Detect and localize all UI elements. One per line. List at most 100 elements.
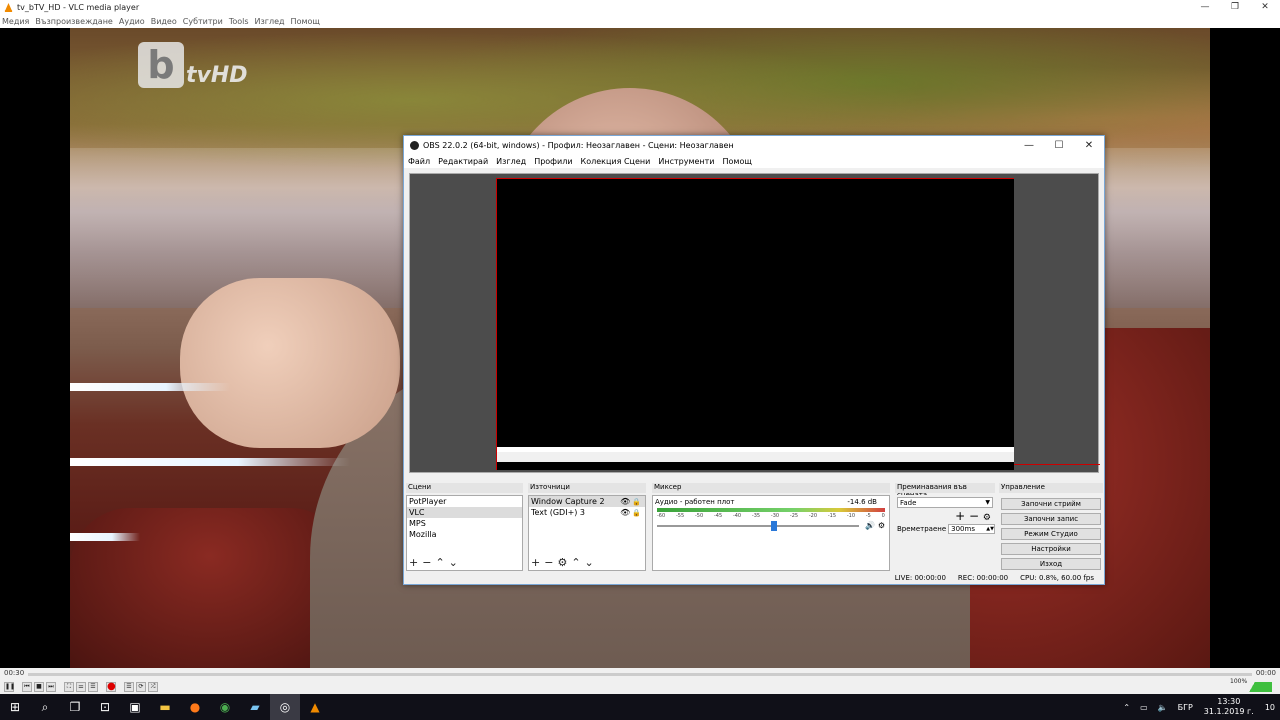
total-time: 00:00 xyxy=(1255,669,1276,677)
vlc-menu-subtitles[interactable]: Субтитри xyxy=(183,17,223,26)
remove-transition-icon[interactable]: − xyxy=(969,509,979,523)
move-down-icon[interactable]: ⌄ xyxy=(585,557,594,568)
start-recording-button[interactable]: Започни запис xyxy=(1001,513,1101,525)
volume-fader[interactable]: 🔊 ⚙ xyxy=(657,521,885,531)
obs-menu-scene-collection[interactable]: Колекция Сцени xyxy=(581,157,651,166)
add-scene-icon[interactable]: + xyxy=(409,557,418,568)
move-up-icon[interactable]: ⌃ xyxy=(571,557,580,568)
playlist-button[interactable]: ☰ xyxy=(88,682,98,692)
scene-item[interactable]: VLC xyxy=(407,507,522,518)
live-status: LIVE: 00:00:00 xyxy=(894,574,946,582)
vlc-menu-view[interactable]: Изглед xyxy=(255,17,285,26)
eye-icon[interactable]: 👁 xyxy=(620,497,630,506)
btv-logo-b: b xyxy=(138,42,184,88)
obs-menu-edit[interactable]: Редактирай xyxy=(438,157,488,166)
maximize-button[interactable]: ❐ xyxy=(1220,2,1250,12)
language-indicator[interactable]: БГР xyxy=(1178,703,1193,712)
obs-menu-profiles[interactable]: Профили xyxy=(534,157,572,166)
rec-status: REC: 00:00:00 xyxy=(957,574,1009,582)
clock[interactable]: 13:30 31.1.2019 г. xyxy=(1204,697,1254,717)
mixer-dock: Миксер Аудио - работен плот -14.6 dB -60… xyxy=(652,483,890,571)
source-item[interactable]: Window Capture 2 👁 🔒 xyxy=(529,496,645,507)
shuffle-button[interactable]: ⤮ xyxy=(148,682,158,692)
vlc-taskbar-icon[interactable]: ▲ xyxy=(300,694,330,720)
previous-button[interactable]: ⏮ xyxy=(22,682,32,692)
app-icon[interactable]: ⊡ xyxy=(90,694,120,720)
seek-track[interactable] xyxy=(28,673,1252,676)
obs-menu-help[interactable]: Помощ xyxy=(723,157,752,166)
speaker-icon[interactable]: 🔊 xyxy=(865,521,875,530)
lock-icon[interactable]: 🔒 xyxy=(632,498,641,506)
network-icon[interactable]: ▭ xyxy=(1140,703,1148,712)
start-stream-button[interactable]: Започни стрийм xyxy=(1001,498,1101,510)
sources-list: Window Capture 2 👁 🔒 Text (GDI+) 3 👁 🔒 +… xyxy=(528,495,646,571)
scene-item[interactable]: PotPlayer xyxy=(407,496,522,507)
lock-icon[interactable]: 🔒 xyxy=(632,509,641,517)
gear-icon[interactable]: ⚙ xyxy=(878,521,885,530)
obs-close-button[interactable]: ✕ xyxy=(1074,140,1104,151)
obs-menu-tools[interactable]: Инструменти xyxy=(658,157,714,166)
meter-tick: -20 xyxy=(808,513,818,519)
vlc-seekbar[interactable]: 00:30 00:00 xyxy=(0,668,1280,680)
controls-dock-title: Управление xyxy=(999,483,1103,493)
obs-maximize-button[interactable]: ☐ xyxy=(1044,140,1074,151)
eye-icon[interactable]: 👁 xyxy=(620,508,630,517)
add-source-icon[interactable]: + xyxy=(531,557,540,568)
repeat-button[interactable]: ⟳ xyxy=(136,682,146,692)
scene-item[interactable]: Mozilla xyxy=(407,529,522,540)
task-view-icon[interactable]: ❐ xyxy=(60,694,90,720)
vlc-menu-video[interactable]: Видео xyxy=(151,17,177,26)
chevron-up-icon[interactable]: ⌃ xyxy=(1123,703,1130,712)
source-item[interactable]: Text (GDI+) 3 👁 🔒 xyxy=(529,507,645,518)
btv-logo-text: tvHD xyxy=(186,63,248,88)
app-icon[interactable]: ▰ xyxy=(240,694,270,720)
obs-menu-view[interactable]: Изглед xyxy=(496,157,526,166)
next-button[interactable]: ⏭ xyxy=(46,682,56,692)
obs-minimize-button[interactable]: — xyxy=(1014,140,1044,151)
exit-button[interactable]: Изход xyxy=(1001,558,1101,570)
scene-item[interactable]: MPS xyxy=(407,518,522,529)
remove-scene-icon[interactable]: − xyxy=(422,557,431,568)
record-button[interactable]: ● xyxy=(106,682,116,692)
remove-source-icon[interactable]: − xyxy=(544,557,553,568)
spin-icon[interactable]: ▲▼ xyxy=(986,526,994,532)
search-icon[interactable]: ⌕ xyxy=(30,694,60,720)
notification-count[interactable]: 10 xyxy=(1265,703,1275,712)
vlc-menu-help[interactable]: Помощ xyxy=(291,17,320,26)
move-up-icon[interactable]: ⌃ xyxy=(435,557,444,568)
volume-icon[interactable]: 🔈 xyxy=(1158,703,1168,712)
vlc-menu-tools[interactable]: Tools xyxy=(229,17,249,26)
stop-button[interactable]: ■ xyxy=(34,682,44,692)
app-icon[interactable]: ▣ xyxy=(120,694,150,720)
fullscreen-button[interactable]: ⛶ xyxy=(64,682,74,692)
duration-field[interactable]: 300ms ▲▼ xyxy=(948,524,995,534)
close-button[interactable]: ✕ xyxy=(1250,2,1280,12)
mixer-channel: Аудио - работен плот -14.6 dB -60 -55 -5… xyxy=(653,496,889,535)
volume-slider[interactable]: 100% xyxy=(1230,678,1272,692)
obs-preview[interactable] xyxy=(409,173,1100,473)
fader-knob[interactable] xyxy=(771,521,777,531)
meter-tick: -45 xyxy=(713,513,723,519)
obs-taskbar-icon[interactable]: ◎ xyxy=(270,694,300,720)
obs-menu-file[interactable]: Файл xyxy=(408,157,430,166)
clock-date: 31.1.2019 г. xyxy=(1203,707,1254,716)
loop-button[interactable]: ☰ xyxy=(124,682,134,692)
gear-icon[interactable]: ⚙ xyxy=(557,557,567,568)
gear-icon[interactable]: ⚙ xyxy=(983,513,991,523)
windows-start-icon[interactable]: ⊞ xyxy=(0,694,30,720)
studio-mode-button[interactable]: Режим Студио xyxy=(1001,528,1101,540)
settings-button[interactable]: Настройки xyxy=(1001,543,1101,555)
transition-select[interactable]: Fade ▼ xyxy=(897,497,993,508)
vlc-menu-audio[interactable]: Аудио xyxy=(119,17,145,26)
add-transition-icon[interactable]: + xyxy=(955,509,965,523)
minimize-button[interactable]: — xyxy=(1190,2,1220,12)
chrome-icon[interactable]: ◉ xyxy=(210,694,240,720)
vlc-menu-media[interactable]: Медия xyxy=(2,17,29,26)
meter-tick: -35 xyxy=(751,513,761,519)
folder-icon[interactable]: ▬ xyxy=(150,694,180,720)
firefox-icon[interactable]: ● xyxy=(180,694,210,720)
pause-button[interactable]: ❚❚ xyxy=(4,682,15,692)
extended-settings-button[interactable]: ⚌ xyxy=(76,682,86,692)
move-down-icon[interactable]: ⌄ xyxy=(449,557,458,568)
vlc-menu-playback[interactable]: Възпроизвеждане xyxy=(35,17,112,26)
